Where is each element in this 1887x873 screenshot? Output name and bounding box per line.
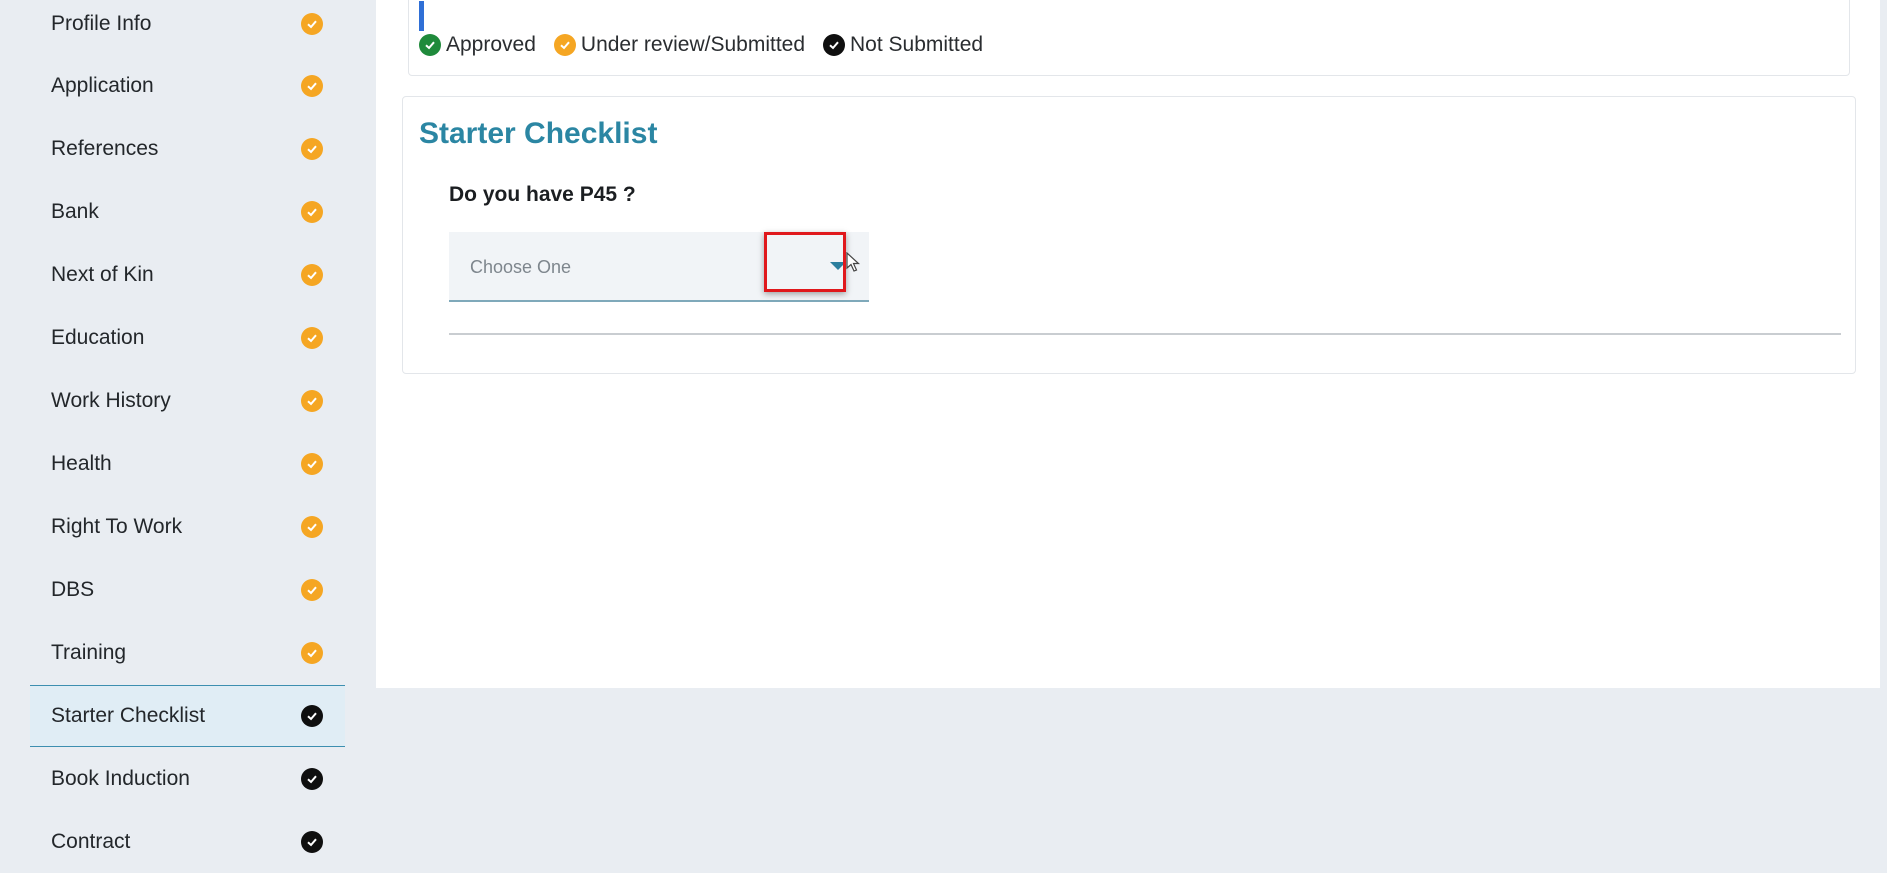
sidebar-item-dbs[interactable]: DBS — [30, 559, 345, 621]
sidebar-item-training[interactable]: Training — [30, 622, 345, 684]
sidebar-item-right-to-work[interactable]: Right To Work — [30, 496, 345, 558]
p45-question-label: Do you have P45 ? — [449, 183, 636, 206]
mouse-cursor-icon — [846, 252, 861, 272]
sidebar-item-starter-checklist[interactable]: Starter Checklist — [30, 685, 345, 747]
sidebar-item-bank[interactable]: Bank — [30, 181, 345, 243]
sidebar-item-work-history[interactable]: Work History — [30, 370, 345, 432]
under-review-check-icon — [301, 327, 323, 349]
sidebar-item-label: Bank — [51, 200, 99, 223]
legend-approved-label: Approved — [446, 33, 536, 56]
under-review-check-icon — [301, 201, 323, 223]
legend-under-review: Under review/Submitted — [553, 33, 806, 57]
sidebar-item-label: Starter Checklist — [51, 704, 206, 727]
sidebar-item-references[interactable]: References — [30, 118, 345, 180]
section-divider — [449, 333, 1841, 335]
under-review-check-icon — [301, 390, 323, 412]
sidebar-item-health[interactable]: Health — [30, 433, 345, 495]
main-content: Approved Under review/Submitted Not Subm… — [376, 0, 1880, 688]
sidebar-item-label: Next of Kin — [51, 263, 154, 286]
sidebar-item-label: References — [51, 137, 159, 160]
under-review-check-icon — [301, 516, 323, 538]
under-review-check-icon — [301, 13, 323, 35]
sidebar-item-label: Work History — [51, 389, 171, 412]
approved-check-icon — [419, 34, 441, 56]
legend-not-submitted-label: Not Submitted — [850, 33, 984, 56]
legend-not-submitted: Not Submitted — [823, 33, 983, 57]
not-submitted-check-icon — [301, 768, 323, 790]
sidebar-item-label: Profile Info — [51, 12, 152, 35]
starter-checklist-card: Starter Checklist Do you have P45 ? Choo… — [402, 96, 1856, 374]
dropdown-highlight-box — [764, 232, 846, 292]
legend-under-review-label: Under review/Submitted — [580, 33, 806, 56]
sidebar: Profile Info Application References Bank… — [0, 0, 376, 859]
under-review-check-icon — [301, 642, 323, 664]
sidebar-item-label: Book Induction — [51, 767, 190, 790]
sidebar-item-contract[interactable]: Contract — [30, 811, 345, 873]
sidebar-item-label: Application — [51, 74, 154, 97]
under-review-check-icon — [553, 34, 576, 56]
sidebar-item-label: Education — [51, 326, 145, 349]
sidebar-item-label: Contract — [51, 830, 131, 853]
page-title: Starter Checklist — [419, 117, 658, 150]
legend-accent-bar — [419, 1, 424, 31]
sidebar-item-label: Training — [51, 641, 127, 664]
under-review-check-icon — [301, 579, 323, 601]
legend-approved: Approved — [419, 33, 536, 57]
sidebar-item-application[interactable]: Application — [30, 55, 345, 117]
sidebar-item-label: Right To Work — [51, 515, 183, 538]
status-legend: Approved Under review/Submitted Not Subm… — [408, 0, 1850, 76]
legend-row: Approved Under review/Submitted Not Subm… — [419, 33, 1001, 57]
sidebar-item-education[interactable]: Education — [30, 307, 345, 369]
not-submitted-check-icon — [301, 831, 323, 853]
under-review-check-icon — [301, 138, 323, 160]
sidebar-item-book-induction[interactable]: Book Induction — [30, 748, 345, 810]
sidebar-item-label: Health — [51, 452, 112, 475]
not-submitted-check-icon — [823, 34, 846, 56]
under-review-check-icon — [301, 75, 323, 97]
sidebar-item-profile-info[interactable]: Profile Info — [30, 0, 345, 55]
under-review-check-icon — [301, 264, 323, 286]
sidebar-item-label: DBS — [51, 578, 95, 601]
select-placeholder: Choose One — [470, 257, 572, 277]
sidebar-item-next-of-kin[interactable]: Next of Kin — [30, 244, 345, 306]
under-review-check-icon — [301, 453, 323, 475]
not-submitted-check-icon — [301, 705, 323, 727]
